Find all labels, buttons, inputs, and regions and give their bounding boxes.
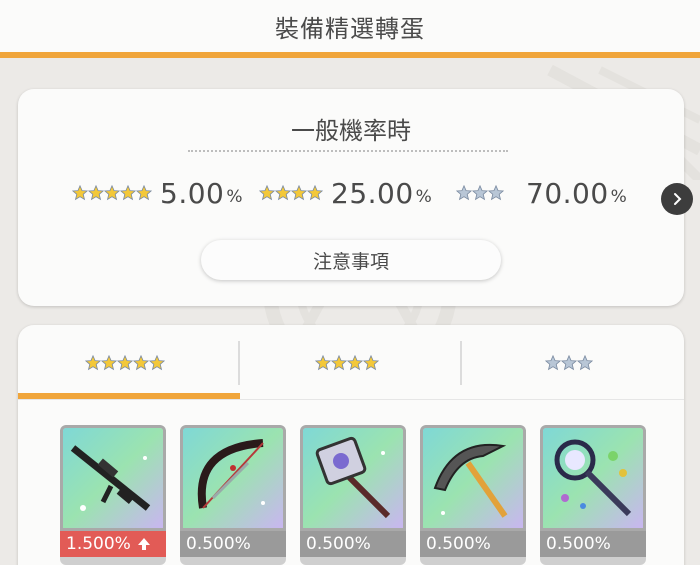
tab-4-star[interactable]: [240, 325, 462, 401]
item-rate: 0.500%: [426, 534, 491, 554]
item-rate: 1.500%: [66, 534, 131, 554]
item-rate: 0.500%: [546, 534, 611, 554]
rate-4-star: 25.00 %: [259, 173, 432, 213]
item-rate-badge: 1.500%: [60, 531, 166, 557]
magic-wand-icon: [543, 428, 643, 528]
notice-button-label: 注意事項: [312, 250, 389, 273]
star-icon: [545, 355, 561, 371]
star-icon: [259, 185, 275, 201]
page-header: 裝備精選轉蛋: [0, 0, 700, 58]
rate-title: 一般機率時: [291, 117, 411, 145]
item-card-sniper-rifle[interactable]: 1.500%: [60, 425, 166, 565]
rate-percent: %: [415, 187, 432, 207]
items-panel: 1.500% 0.500% 0.500% 0.500% 0.500%: [18, 325, 684, 565]
star-icon: [577, 355, 593, 371]
rate-5-star: 5.00 %: [72, 173, 243, 213]
star-icon: [456, 185, 472, 201]
star-icon: [291, 185, 307, 201]
stars-3-icon: [545, 355, 593, 371]
star-icon: [104, 185, 120, 201]
tab-5-star[interactable]: [18, 325, 240, 401]
tab-3-star[interactable]: [462, 325, 684, 401]
star-icon: [133, 355, 149, 371]
item-card-bow[interactable]: 0.500%: [180, 425, 286, 565]
next-page-button[interactable]: [661, 183, 693, 215]
item-frame: [60, 425, 166, 531]
item-frame: [420, 425, 526, 531]
item-card-magic-wand[interactable]: 0.500%: [540, 425, 646, 565]
stars-5-icon: [85, 355, 165, 371]
item-rate-badge: 0.500%: [420, 531, 526, 557]
tabs-divider: [18, 399, 684, 400]
rate-value: 70.00: [526, 176, 609, 210]
star-icon: [72, 185, 88, 201]
star-icon: [472, 185, 488, 201]
item-rate: 0.500%: [306, 534, 371, 554]
item-card-axe[interactable]: 0.500%: [300, 425, 406, 565]
star-icon: [315, 355, 331, 371]
star-icon: [275, 185, 291, 201]
rate-card: 一般機率時 5.00 % 25.00 % 70.00 % 注意事項: [18, 89, 684, 306]
stars-4-icon: [259, 185, 323, 201]
sniper-rifle-icon: [63, 428, 163, 528]
star-icon: [136, 185, 152, 201]
item-card-scythe[interactable]: 0.500%: [420, 425, 526, 565]
star-icon: [331, 355, 347, 371]
star-icon: [347, 355, 363, 371]
arrow-up-icon: [137, 538, 150, 550]
axe-icon: [303, 428, 403, 528]
scythe-icon: [423, 428, 523, 528]
item-rate-badge: 0.500%: [300, 531, 406, 557]
star-icon: [85, 355, 101, 371]
item-frame: [180, 425, 286, 531]
star-icon: [120, 185, 136, 201]
star-icon: [307, 185, 323, 201]
star-icon: [488, 185, 504, 201]
star-icon: [117, 355, 133, 371]
chevron-right-icon: [674, 193, 682, 205]
rate-row: 5.00 % 25.00 % 70.00 %: [18, 173, 658, 213]
stars-3-icon: [456, 185, 504, 201]
rate-divider: [188, 150, 508, 152]
rate-value: 5.00: [160, 176, 225, 210]
star-icon: [363, 355, 379, 371]
star-icon: [561, 355, 577, 371]
star-icon: [149, 355, 165, 371]
page-title: 裝備精選轉蛋: [275, 14, 425, 43]
item-frame: [300, 425, 406, 531]
rate-value: 25.00: [331, 176, 414, 210]
item-rate-badge: 0.500%: [540, 531, 646, 557]
item-rate: 0.500%: [186, 534, 251, 554]
rate-percent: %: [226, 187, 243, 207]
rarity-tabs: [18, 325, 684, 401]
notice-button[interactable]: 注意事項: [201, 240, 501, 280]
rate-percent: %: [610, 187, 627, 207]
star-icon: [88, 185, 104, 201]
rate-3-star: 70.00 %: [456, 173, 627, 213]
item-frame: [540, 425, 646, 531]
bow-icon: [183, 428, 283, 528]
item-rate-badge: 0.500%: [180, 531, 286, 557]
stars-4-icon: [315, 355, 379, 371]
star-icon: [101, 355, 117, 371]
stars-5-icon: [72, 185, 152, 201]
